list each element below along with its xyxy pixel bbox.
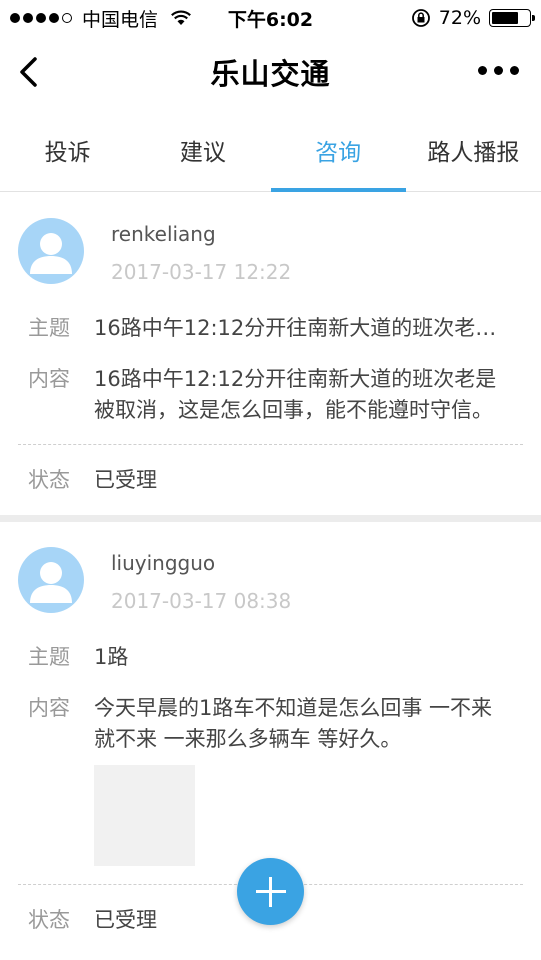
subject-label: 主题 [28,645,70,669]
timestamp: 2017-03-17 12:22 [111,260,292,284]
content-text: 16路中午12:12分开往南新大道的班次老是被取消，这是怎么回事，能不能遵时守信… [94,367,497,422]
more-icon[interactable] [478,66,519,75]
tab-suggestion[interactable]: 建议 [135,108,270,191]
subject-label: 主题 [28,316,70,340]
content-text: 今天早晨的1路车不知道是怎么回事 一不来就不来 一来那么多辆车 等好久。 [94,696,493,751]
subject-text: 1路 [94,645,129,669]
image-thumbnail[interactable] [94,765,195,866]
user-icon [30,562,72,603]
status-label: 状态 [28,467,70,492]
battery-fill [492,12,518,24]
add-post-button[interactable] [237,858,304,925]
subject-text: 16路中午12:12分开往南新大道的班次老是被取消，这是怎么回事，能不能遵时守信… [94,316,523,340]
content-label: 内容 [28,367,70,391]
username: renkeliang [111,222,216,246]
page-title: 乐山交通 [210,57,331,91]
tab-bar: 投诉 建议 咨询 路人播报 [0,108,541,192]
status-badge: 已受理 [94,467,157,492]
status-bar: 中国电信 下午6:02 72% [0,0,541,36]
content-label: 内容 [28,696,70,720]
avatar [18,547,84,613]
tab-complaint[interactable]: 投诉 [0,108,135,191]
battery-percent: 72% [438,7,481,29]
chevron-left-icon[interactable] [14,52,44,92]
status-badge: 已受理 [94,907,157,932]
nav-bar: 乐山交通 [0,36,541,108]
list-item[interactable]: renkeliang 2017-03-17 12:22 主题 16路中午12:1… [0,193,541,515]
timestamp: 2017-03-17 08:38 [111,589,292,613]
orientation-lock-icon [411,9,430,27]
avatar [18,218,84,284]
username: liuyingguo [111,551,216,575]
status-label: 状态 [28,907,70,932]
tab-passerby-report[interactable]: 路人播报 [406,108,541,191]
tab-consult[interactable]: 咨询 [270,108,407,192]
post-list[interactable]: renkeliang 2017-03-17 12:22 主题 16路中午12:1… [0,193,541,960]
user-icon [30,233,72,274]
battery-icon [489,9,535,27]
